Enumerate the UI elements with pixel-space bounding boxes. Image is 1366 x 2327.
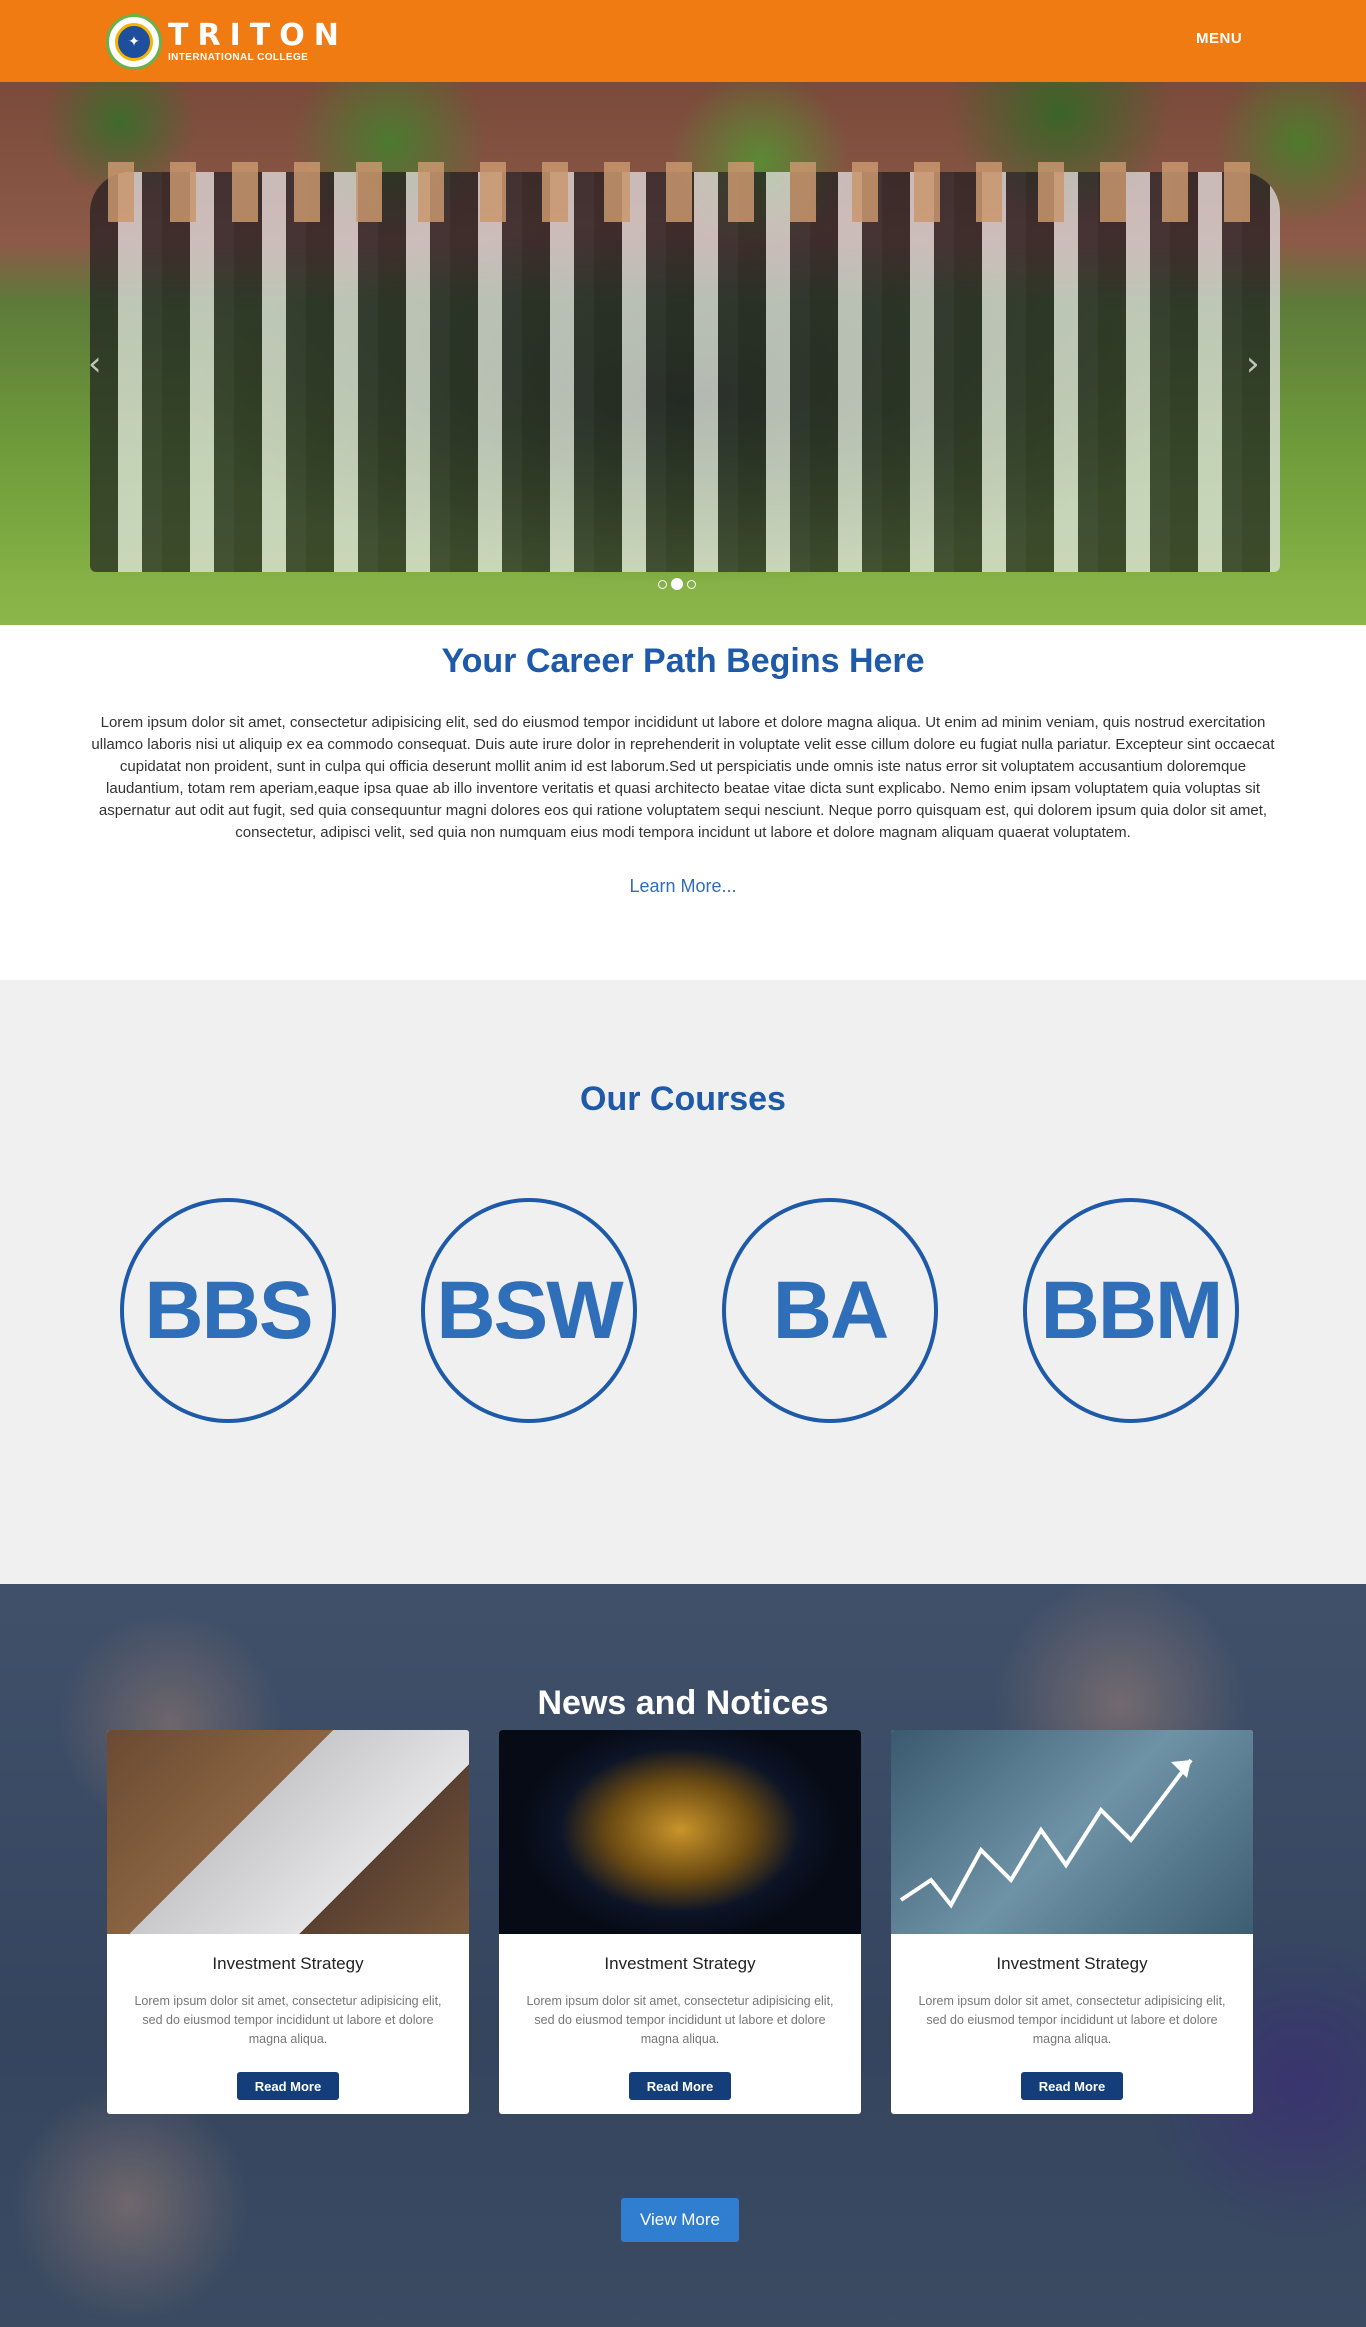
gold-bars-image xyxy=(499,1730,861,1934)
growth-chart-image xyxy=(891,1730,1253,1934)
carousel-dot-2[interactable] xyxy=(671,578,683,590)
emblem-crest-icon: ✦ xyxy=(115,23,153,61)
courses-section: Our Courses BBS BSW BA BBM xyxy=(0,980,1366,1584)
read-more-button[interactable]: Read More xyxy=(629,2072,731,2100)
chevron-right-icon[interactable]: › xyxy=(1246,344,1260,384)
intro-title: Your Career Path Begins Here xyxy=(441,642,925,680)
news-card-text: Lorem ipsum dolor sit amet, consectetur … xyxy=(526,1994,834,2046)
news-card-title: Investment Strategy xyxy=(996,1954,1148,1973)
course-bbm[interactable]: BBM xyxy=(1023,1198,1239,1423)
menu-button[interactable]: MENU xyxy=(1196,30,1242,47)
growth-arrow-icon xyxy=(899,1758,1193,1909)
read-more-button[interactable]: Read More xyxy=(237,2072,339,2100)
news-section: News and Notices Investment Strategy Lor… xyxy=(0,1584,1366,2327)
news-card-3: Investment Strategy Lorem ipsum dolor si… xyxy=(891,1730,1253,2114)
read-more-button[interactable]: Read More xyxy=(1021,2072,1123,2100)
carousel-dot-1[interactable] xyxy=(658,579,667,589)
college-logo[interactable]: ✦ TRITON INTERNATIONAL COLLEGE xyxy=(106,14,348,70)
site-header: ✦ TRITON INTERNATIONAL COLLEGE MENU xyxy=(0,0,1366,82)
course-ba[interactable]: BA xyxy=(722,1198,938,1423)
learn-more-link[interactable]: Learn More... xyxy=(0,876,1366,897)
news-card-2: Investment Strategy Lorem ipsum dolor si… xyxy=(499,1730,861,2114)
news-card-1: Investment Strategy Lorem ipsum dolor si… xyxy=(107,1730,469,2114)
hero-photo-faces xyxy=(90,162,1280,222)
course-bsw[interactable]: BSW xyxy=(421,1198,637,1423)
view-more-button[interactable]: View More xyxy=(621,2198,739,2242)
laptop-phone-image xyxy=(107,1730,469,1934)
logo-title: TRITON xyxy=(168,18,348,53)
courses-title: Our Courses xyxy=(580,1080,786,1118)
carousel-indicators xyxy=(658,578,696,590)
news-card-text: Lorem ipsum dolor sit amet, consectetur … xyxy=(134,1994,442,2046)
news-title: News and Notices xyxy=(537,1684,829,1722)
carousel-dot-3[interactable] xyxy=(687,579,696,589)
hero-photo-group xyxy=(90,172,1280,572)
chevron-left-icon[interactable]: ‹ xyxy=(88,344,102,384)
hero-carousel: ‹ › xyxy=(0,82,1366,625)
course-bbs[interactable]: BBS xyxy=(120,1198,336,1423)
intro-text: Lorem ipsum dolor sit amet, consectetur … xyxy=(91,714,1275,841)
college-emblem-icon: ✦ xyxy=(106,14,162,70)
news-card-title: Investment Strategy xyxy=(604,1954,756,1973)
news-card-text: Lorem ipsum dolor sit amet, consectetur … xyxy=(918,1994,1226,2046)
logo-subtitle: INTERNATIONAL COLLEGE xyxy=(168,52,309,63)
news-card-title: Investment Strategy xyxy=(212,1954,364,1973)
logo-text: TRITON INTERNATIONAL COLLEGE xyxy=(168,21,348,63)
